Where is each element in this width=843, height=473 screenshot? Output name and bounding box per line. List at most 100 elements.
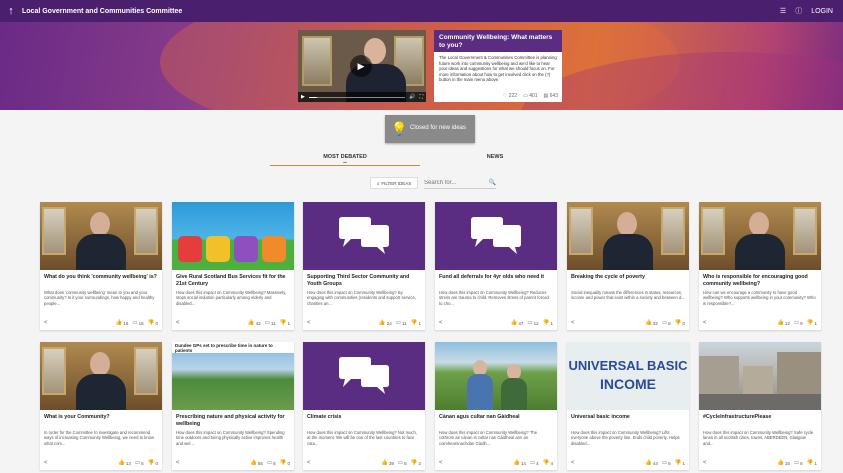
- like-button[interactable]: 👍 24: [379, 320, 392, 326]
- idea-card[interactable]: What do you think 'community wellbeing' …: [40, 202, 162, 330]
- idea-title[interactable]: Supporting Third Sector Community and Yo…: [303, 270, 425, 288]
- idea-thumbnail[interactable]: UNIVERSAL BASIC INCOME: [567, 342, 689, 410]
- back-arrow-icon[interactable]: ↑: [0, 5, 22, 17]
- dislike-button[interactable]: 👎 0: [280, 460, 290, 466]
- idea-card[interactable]: Who is responsible for encouraging good …: [699, 202, 821, 330]
- share-icon[interactable]: <: [176, 460, 180, 466]
- idea-thumbnail[interactable]: [40, 342, 162, 410]
- closed-for-ideas-button[interactable]: 💡 Closed for new ideas: [385, 115, 475, 143]
- like-button[interactable]: 👍 39: [381, 460, 394, 466]
- like-button[interactable]: 👍 56: [250, 460, 263, 466]
- idea-thumbnail[interactable]: [40, 202, 162, 270]
- idea-card[interactable]: Give Rural Scotland Bus Services fit for…: [172, 202, 294, 330]
- share-icon[interactable]: <: [307, 460, 311, 466]
- share-icon[interactable]: <: [703, 320, 707, 326]
- comment-button[interactable]: ▭ 9: [794, 320, 803, 326]
- dislike-button[interactable]: 👎 1: [807, 460, 817, 466]
- comment-button[interactable]: ▭ 12: [527, 320, 538, 326]
- idea-thumbnail[interactable]: [303, 342, 425, 410]
- idea-thumbnail[interactable]: [435, 342, 557, 410]
- like-button[interactable]: 👍 16: [116, 320, 129, 326]
- idea-title[interactable]: Who is responsible for encouraging good …: [699, 270, 821, 288]
- dislike-button[interactable]: 👎 2: [411, 460, 421, 466]
- dislike-button[interactable]: 👎 1: [543, 320, 553, 326]
- idea-card[interactable]: Dundee GPs set to prescribe time in natu…: [172, 342, 294, 470]
- idea-title[interactable]: Cànan agus cultar nan Gàidheal: [435, 410, 557, 428]
- like-button[interactable]: 👍 47: [511, 320, 524, 326]
- share-icon[interactable]: <: [44, 320, 48, 326]
- comment-button[interactable]: ▭ 6: [662, 460, 671, 466]
- like-button[interactable]: 👍 12: [777, 320, 790, 326]
- like-button[interactable]: 👍 32: [645, 320, 658, 326]
- like-button[interactable]: 👍 44: [645, 460, 658, 466]
- idea-card[interactable]: What is your Community? In order for the …: [40, 342, 162, 470]
- dislike-button[interactable]: 👎 1: [807, 320, 817, 326]
- menu-icon[interactable]: ☰: [780, 7, 786, 15]
- volume-icon[interactable]: 🔊: [409, 94, 415, 100]
- like-button[interactable]: 👍 14: [513, 460, 526, 466]
- idea-thumbnail[interactable]: Dundee GPs set to prescribe time in natu…: [172, 342, 294, 410]
- dislike-button[interactable]: 👎 0: [675, 320, 685, 326]
- idea-title[interactable]: Breaking the cycle of poverty: [567, 270, 689, 288]
- idea-card[interactable]: Climate crisis How does this impact on Co…: [303, 342, 425, 470]
- tab-most-debated[interactable]: MOST DEBATED ▬: [270, 152, 420, 166]
- share-icon[interactable]: <: [439, 460, 443, 466]
- comment-button[interactable]: ▭ 6: [267, 460, 276, 466]
- idea-card[interactable]: UNIVERSAL BASIC INCOME Universal basic inc…: [567, 342, 689, 470]
- dislike-button[interactable]: 👎 1: [411, 320, 421, 326]
- idea-title[interactable]: Give Rural Scotland Bus Services fit for…: [172, 270, 294, 288]
- comment-button[interactable]: ▭ 11: [265, 320, 276, 326]
- dislike-button[interactable]: 👎 0: [148, 320, 158, 326]
- search-icon[interactable]: 🔍: [489, 179, 496, 186]
- idea-thumbnail[interactable]: [435, 202, 557, 270]
- idea-title[interactable]: Climate crisis: [303, 410, 425, 428]
- play-icon[interactable]: ▶: [350, 55, 372, 77]
- search-input[interactable]: [424, 179, 484, 186]
- idea-card[interactable]: Supporting Third Sector Community and Yo…: [303, 202, 425, 330]
- share-icon[interactable]: <: [703, 460, 707, 466]
- idea-title[interactable]: #CycleInfrastructurePlease: [699, 410, 821, 428]
- idea-title[interactable]: What do you think 'community wellbeing' …: [40, 270, 162, 288]
- dislike-button[interactable]: 👎 0: [148, 460, 158, 466]
- comment-button[interactable]: ▭ 5: [135, 460, 144, 466]
- idea-title[interactable]: Prescribing nature and physical activity…: [172, 410, 294, 428]
- idea-title[interactable]: Universal basic income: [567, 410, 689, 428]
- dislike-button[interactable]: 👎 4: [543, 460, 553, 466]
- share-icon[interactable]: <: [176, 320, 180, 326]
- play-small-icon[interactable]: ▶: [301, 94, 305, 100]
- fullscreen-icon[interactable]: ⛶: [419, 94, 423, 100]
- idea-card[interactable]: Fund all deferrals for 4yr olds who need…: [435, 202, 557, 330]
- idea-title[interactable]: Fund all deferrals for 4yr olds who need…: [435, 270, 557, 288]
- dislike-button[interactable]: 👎 1: [675, 460, 685, 466]
- share-icon[interactable]: <: [44, 460, 48, 466]
- filter-ideas-button[interactable]: ≡ FILTER IDEAS: [370, 177, 418, 189]
- comment-button[interactable]: ▭ 11: [396, 320, 407, 326]
- idea-thumbnail[interactable]: [567, 202, 689, 270]
- hero-card[interactable]: Community Wellbeing: What matters to you…: [434, 30, 562, 102]
- share-icon[interactable]: <: [439, 320, 443, 326]
- idea-thumbnail[interactable]: [303, 202, 425, 270]
- idea-thumbnail[interactable]: [699, 342, 821, 410]
- idea-thumbnail[interactable]: [172, 202, 294, 270]
- idea-card[interactable]: Cànan agus cultar nan Gàidheal How does t…: [435, 342, 557, 470]
- share-icon[interactable]: <: [571, 460, 575, 466]
- video-controls[interactable]: ▶ 🔊 ⛶: [298, 92, 426, 102]
- hero-video[interactable]: ▶ ▶ 🔊 ⛶: [298, 30, 426, 102]
- comment-button[interactable]: ▭ 8: [398, 460, 407, 466]
- share-icon[interactable]: <: [307, 320, 311, 326]
- comment-button[interactable]: ▭ 15: [132, 320, 143, 326]
- dislike-button[interactable]: 👎 1: [280, 320, 290, 326]
- like-button[interactable]: 👍 42: [248, 320, 261, 326]
- comment-button[interactable]: ▭ 6: [794, 460, 803, 466]
- login-button[interactable]: LOGIN: [811, 8, 833, 15]
- idea-thumbnail[interactable]: [699, 202, 821, 270]
- idea-card[interactable]: #CycleInfrastructurePlease How does this …: [699, 342, 821, 470]
- help-icon[interactable]: ⓘ: [795, 6, 802, 16]
- like-button[interactable]: 👍 13: [118, 460, 131, 466]
- idea-card[interactable]: Breaking the cycle of poverty Social ineq…: [567, 202, 689, 330]
- comment-button[interactable]: ▭ 6: [662, 320, 671, 326]
- like-button[interactable]: 👍 15: [777, 460, 790, 466]
- tab-news[interactable]: NEWS: [420, 152, 570, 166]
- idea-title[interactable]: What is your Community?: [40, 410, 162, 428]
- share-icon[interactable]: <: [571, 320, 575, 326]
